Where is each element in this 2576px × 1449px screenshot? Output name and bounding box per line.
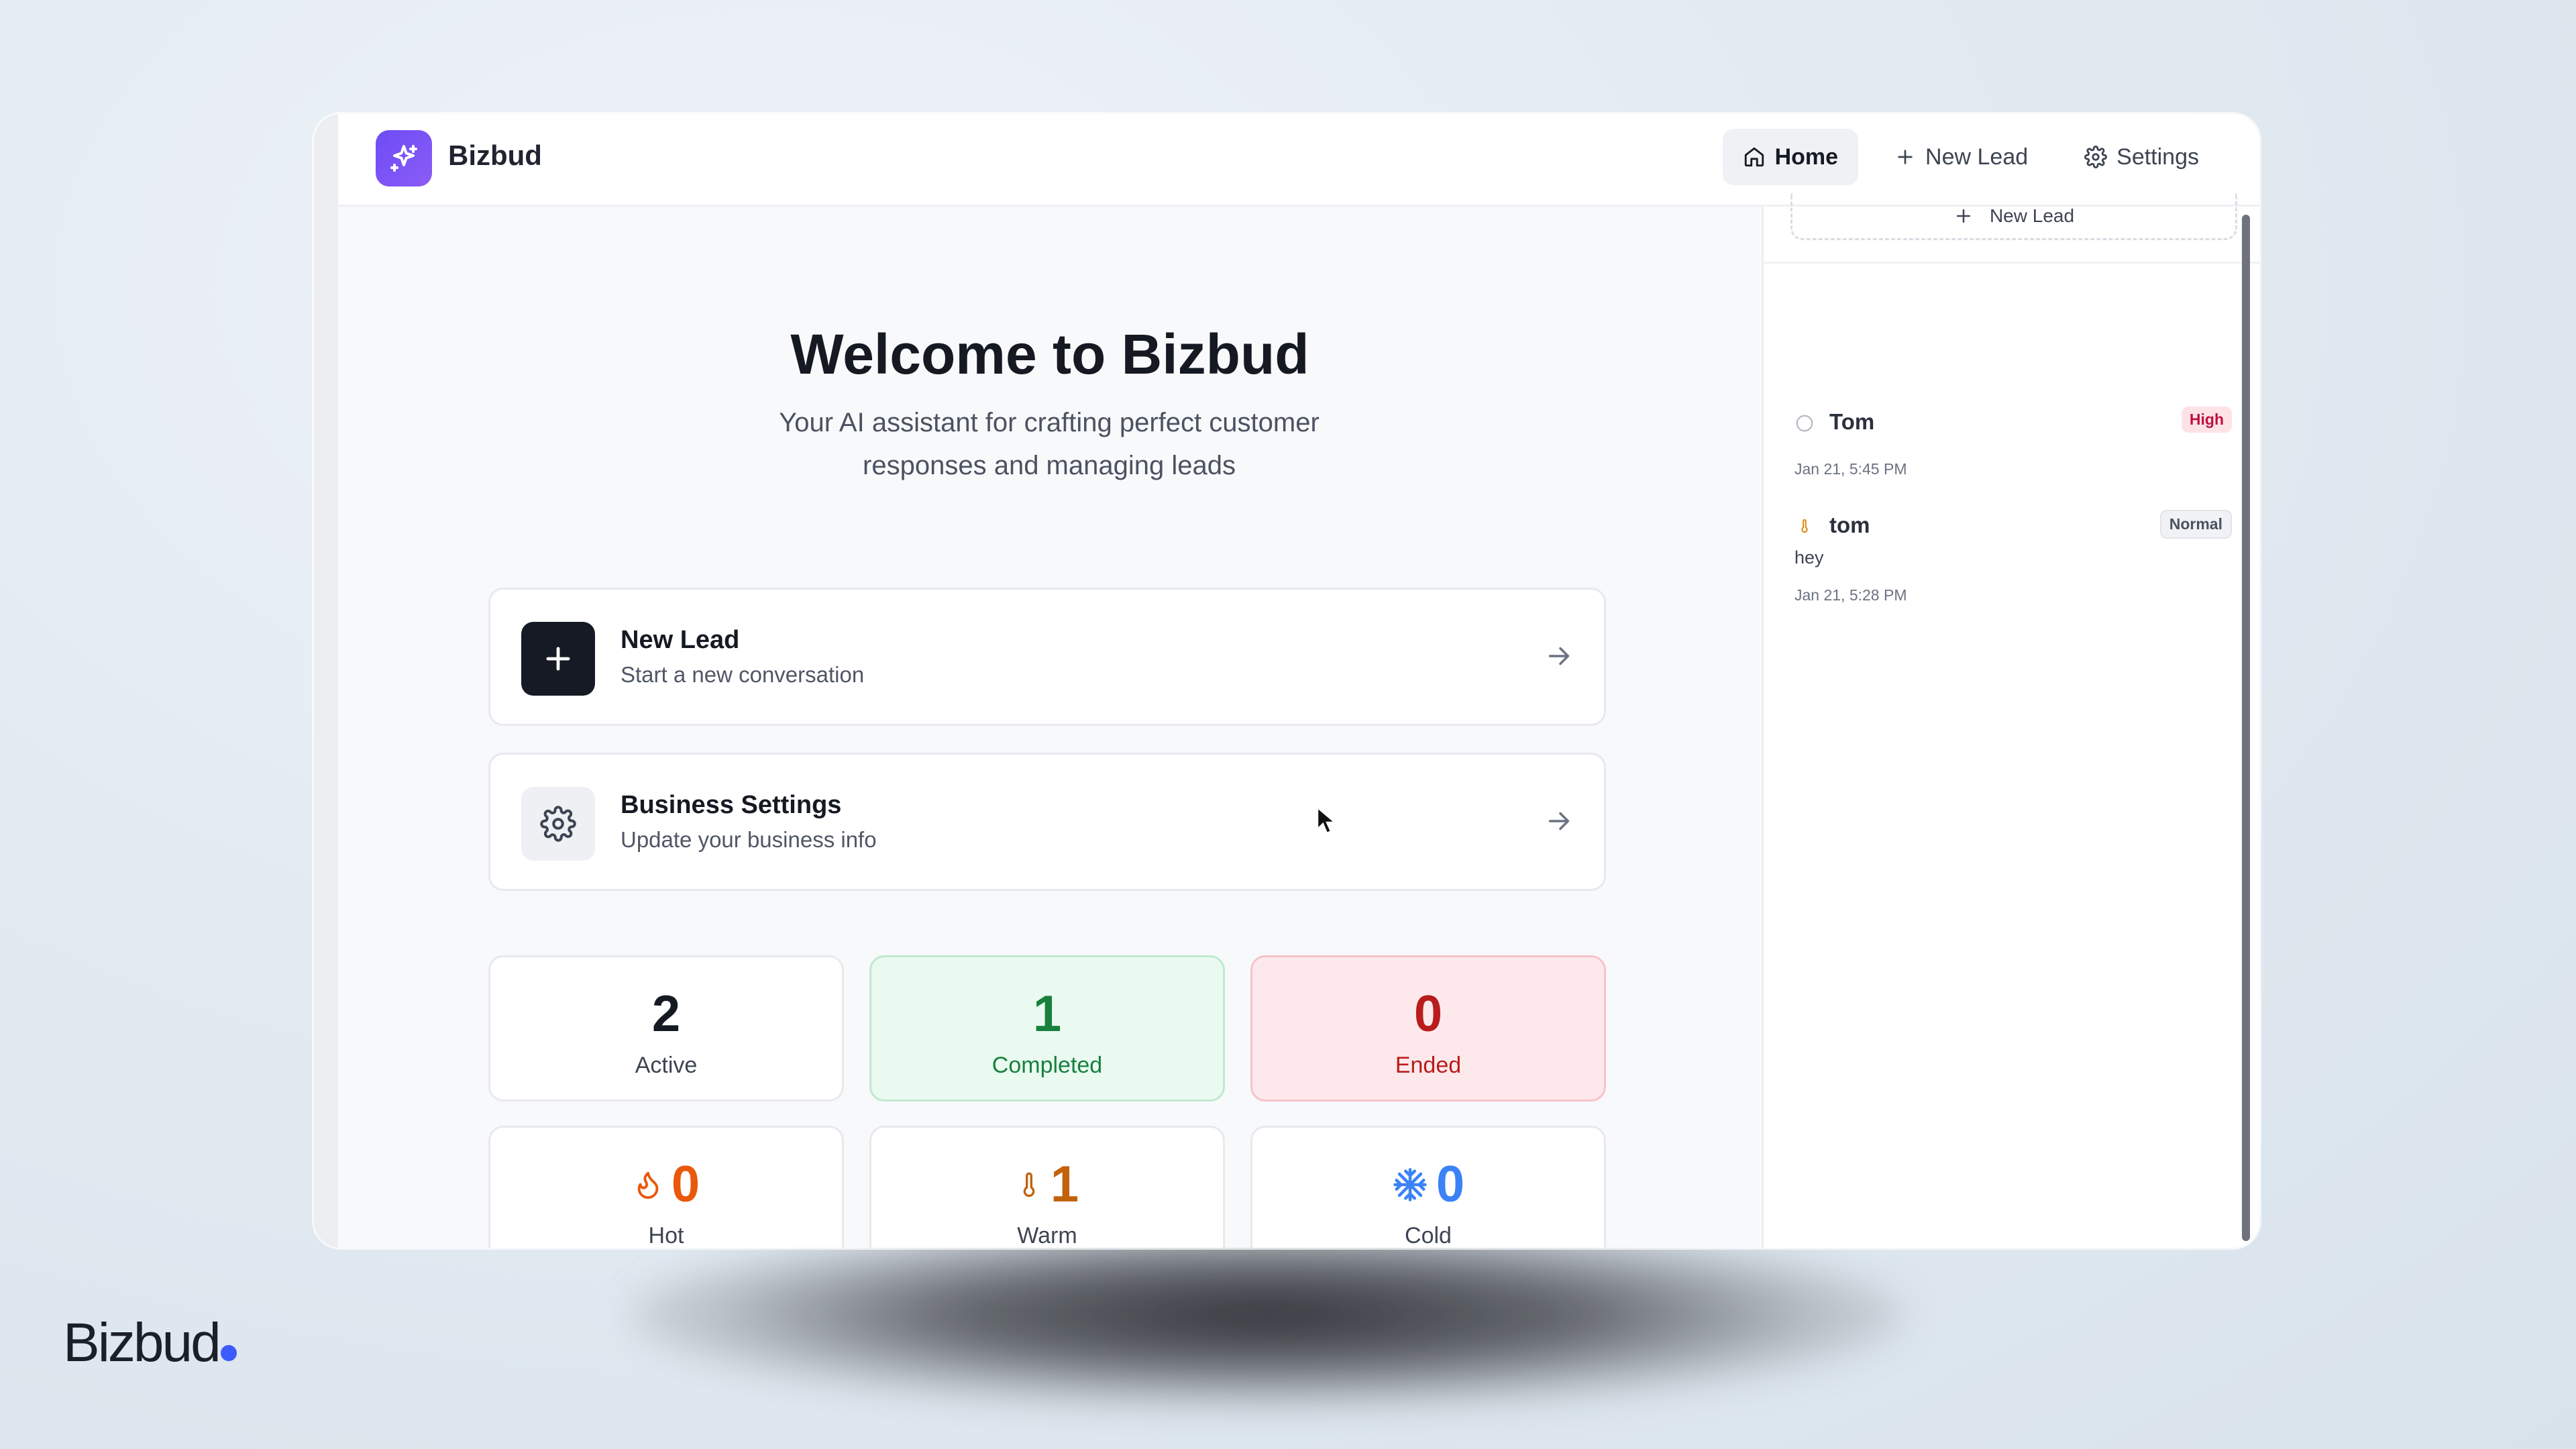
lead-item[interactable]: tom Normal hey Jan 21, 5:28 PM	[1794, 510, 2232, 620]
stat-hot[interactable]: 0 Hot	[488, 1126, 844, 1248]
nav-settings-label: Settings	[2116, 144, 2199, 170]
stat-completed-value: 1	[1032, 985, 1062, 1042]
lead-time: Jan 21, 5:28 PM	[1794, 586, 1907, 604]
nav-home-label: Home	[1774, 144, 1839, 170]
app-name[interactable]: Bizbud	[448, 140, 542, 172]
snowflake-icon	[1393, 1168, 1427, 1201]
stat-cold-row: 0	[1252, 1155, 1604, 1215]
flame-icon	[637, 1171, 659, 1199]
stat-warm[interactable]: 1 Warm	[869, 1126, 1225, 1248]
thermometer-icon	[1023, 1172, 1035, 1197]
stat-hot-label: Hot	[648, 1223, 684, 1248]
stat-completed[interactable]: 1 Completed	[869, 955, 1225, 1102]
window-left-edge	[314, 114, 338, 1248]
sidebar-divider	[1764, 262, 2259, 264]
nav-settings[interactable]: Settings	[2064, 129, 2219, 185]
page-subtitle: Your AI assistant for crafting perfect c…	[779, 408, 1320, 480]
stat-cold-label: Cold	[1405, 1223, 1452, 1248]
lead-name: tom	[1829, 513, 1870, 537]
stat-ended-value: 0	[1413, 985, 1443, 1042]
page-title: Welcome to Bizbud	[790, 323, 1309, 386]
arrow-right-icon	[1548, 647, 1570, 665]
stat-active-value: 2	[651, 985, 681, 1042]
plus-icon	[1898, 150, 1913, 164]
sidebar-scrollbar[interactable]	[2242, 215, 2250, 1241]
gear-icon	[540, 806, 576, 842]
lead-item[interactable]: Tom High Jan 21, 5:45 PM	[1794, 407, 2232, 496]
lead-time: Jan 21, 5:45 PM	[1794, 460, 1907, 478]
business-settings-card-subtitle: Update your business info	[621, 827, 877, 852]
stat-hot-value: 0	[671, 1156, 700, 1213]
plus-icon	[1956, 209, 1970, 223]
business-settings-card-icon	[521, 787, 595, 861]
arrow-right-icon	[1548, 812, 1570, 830]
business-settings-card[interactable]: Business Settings Update your business i…	[488, 753, 1606, 891]
lead-name: Tom	[1829, 409, 1875, 434]
new-lead-card-subtitle: Start a new conversation	[621, 662, 865, 687]
main-nav: Home New Lead Settings	[1722, 129, 2219, 185]
sidebar-new-lead-label: New Lead	[1989, 205, 2075, 226]
watermark-dot	[220, 1345, 237, 1361]
stat-ended-label: Ended	[1395, 1053, 1462, 1078]
business-settings-card-title: Business Settings	[621, 791, 842, 819]
watermark-text: Bizbud	[63, 1312, 221, 1373]
new-lead-card-title: New Lead	[621, 626, 740, 654]
stat-warm-value: 1	[1050, 1156, 1079, 1213]
sparkle-icon	[390, 145, 417, 172]
sidebar-new-lead-button[interactable]: New Lead	[1790, 193, 2237, 240]
stat-cold-value: 0	[1436, 1156, 1465, 1213]
lead-preview: hey	[1794, 547, 1824, 568]
stat-ended[interactable]: 0 Ended	[1250, 955, 1606, 1102]
stat-warm-row: 1	[871, 1155, 1223, 1215]
new-lead-card[interactable]: New Lead Start a new conversation	[488, 588, 1606, 726]
stat-completed-label: Completed	[991, 1053, 1103, 1078]
nav-new-lead-label: New Lead	[1925, 144, 2029, 170]
plus-icon	[546, 647, 570, 671]
leads-sidebar: New Lead Tom High Jan 21, 5:45 PM tom No…	[1762, 193, 2259, 1248]
thermometer-icon	[1801, 519, 1808, 533]
home-icon	[1744, 147, 1764, 167]
nav-new-lead[interactable]: New Lead	[1874, 129, 2048, 185]
watermark-logo: Bizbud	[63, 1311, 237, 1375]
nav-home[interactable]: Home	[1722, 129, 1859, 185]
stat-active-label: Active	[635, 1053, 698, 1078]
priority-badge: High	[2181, 407, 2232, 433]
new-lead-card-icon	[521, 622, 595, 696]
stat-warm-label: Warm	[1017, 1223, 1077, 1248]
app-logo[interactable]	[376, 130, 432, 186]
main-content: Welcome to Bizbud Your AI assistant for …	[338, 207, 1762, 1248]
app-window: Bizbud Home New Lead Settings Welcome to…	[314, 114, 2259, 1248]
mouse-cursor-icon	[1316, 806, 1335, 835]
stat-hot-row: 0	[490, 1155, 842, 1215]
gear-icon	[2084, 146, 2108, 168]
priority-badge: Normal	[2159, 510, 2232, 539]
window-shadow	[631, 1221, 1905, 1409]
stat-cold[interactable]: 0 Cold	[1250, 1126, 1606, 1248]
stat-active[interactable]: 2 Active	[488, 955, 844, 1102]
circle-status-icon	[1796, 415, 1813, 432]
